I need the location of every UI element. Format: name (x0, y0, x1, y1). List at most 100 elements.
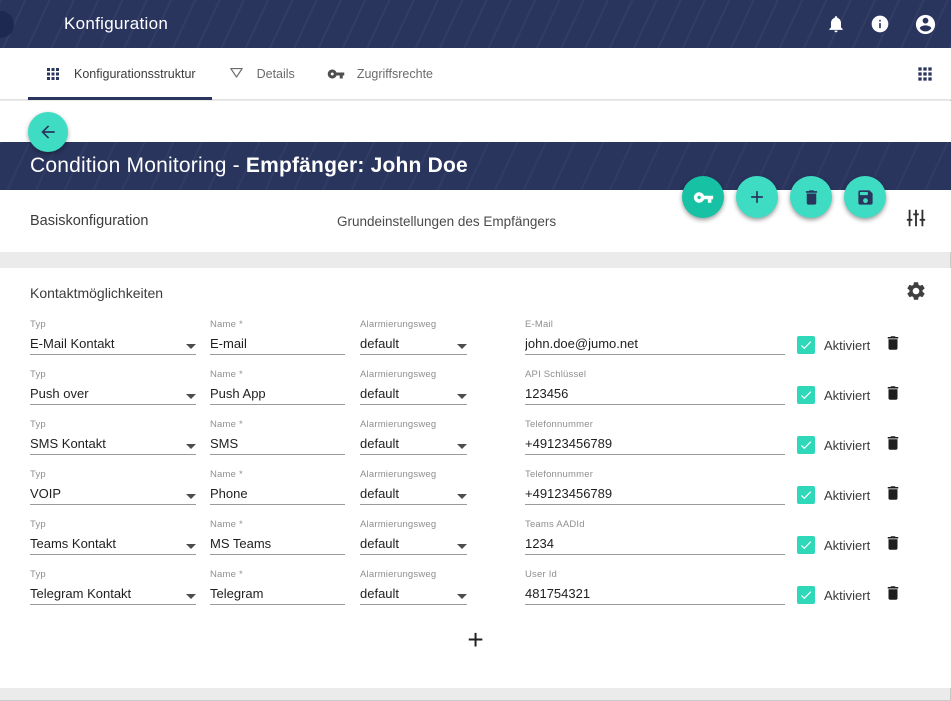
name-label: Name * (210, 369, 345, 382)
aktiviert-checkbox[interactable] (797, 336, 815, 354)
alarmierungsweg-select[interactable]: Alarmierungsweg default (360, 414, 467, 464)
alarmierungsweg-label: Alarmierungsweg (360, 369, 467, 382)
contact-row: Typ E-Mail Kontakt Name * Alarmierungswe… (0, 314, 951, 364)
aktiviert-group: Aktiviert (797, 585, 870, 605)
extra-input[interactable] (525, 336, 785, 351)
extra-value-wrap (525, 582, 785, 605)
apps-grid-button[interactable] (915, 64, 935, 84)
add-contact-button[interactable]: + (467, 626, 483, 654)
delete-button[interactable] (790, 176, 832, 218)
extra-input[interactable] (525, 386, 785, 401)
arrow-left-icon (38, 122, 58, 142)
settings-button[interactable] (905, 280, 927, 305)
tab-label: Konfigurationsstruktur (74, 67, 196, 81)
typ-label: Typ (30, 469, 196, 482)
tab-zugriffsrechte[interactable]: Zugriffsrechte (311, 48, 449, 99)
extra-field: Telefonnummer (525, 464, 785, 514)
alarmierungsweg-value: default (360, 386, 399, 401)
delete-contact-button[interactable] (884, 433, 902, 455)
account-button[interactable] (914, 13, 937, 36)
name-input[interactable] (210, 336, 345, 351)
name-input[interactable] (210, 536, 345, 551)
aktiviert-checkbox[interactable] (797, 386, 815, 404)
tab-details[interactable]: Details (212, 48, 311, 99)
tab-konfigurationsstruktur[interactable]: Konfigurationsstruktur (28, 48, 212, 99)
alarmierungsweg-label: Alarmierungsweg (360, 469, 467, 482)
alarmierungsweg-select[interactable]: Alarmierungsweg default (360, 514, 467, 564)
name-label: Name * (210, 319, 345, 332)
name-input[interactable] (210, 586, 345, 601)
chevron-down-icon (457, 344, 467, 349)
delete-contact-button[interactable] (884, 383, 902, 405)
name-value-wrap (210, 482, 345, 505)
typ-select[interactable]: Typ SMS Kontakt (30, 414, 196, 464)
aktiviert-label: Aktiviert (824, 338, 870, 353)
aktiviert-checkbox[interactable] (797, 586, 815, 604)
alarmierungsweg-select[interactable]: Alarmierungsweg default (360, 464, 467, 514)
info-button[interactable] (870, 14, 890, 34)
aktiviert-checkbox[interactable] (797, 436, 815, 454)
name-input[interactable] (210, 486, 345, 501)
name-value-wrap (210, 532, 345, 555)
name-input[interactable] (210, 436, 345, 451)
gear-icon (905, 280, 927, 302)
alarmierungsweg-value: default (360, 536, 399, 551)
back-button[interactable] (28, 112, 68, 152)
trash-icon (884, 483, 902, 503)
info-icon (870, 14, 890, 34)
extra-field: API Schlüssel (525, 364, 785, 414)
typ-value: Telegram Kontakt (30, 586, 131, 601)
delete-contact-button[interactable] (884, 533, 902, 555)
tab-bar-right (915, 48, 935, 99)
tune-button[interactable] (905, 207, 927, 232)
save-button[interactable] (844, 176, 886, 218)
typ-label: Typ (30, 419, 196, 432)
typ-select[interactable]: Typ VOIP (30, 464, 196, 514)
aktiviert-checkbox[interactable] (797, 536, 815, 554)
extra-field: Teams AADId (525, 514, 785, 564)
basis-description: Grundeinstellungen des Empfängers (337, 214, 556, 229)
account-icon (914, 13, 937, 36)
alarmierungsweg-select[interactable]: Alarmierungsweg default (360, 564, 467, 614)
alarmierungsweg-value-wrap: default (360, 482, 467, 505)
typ-value: SMS Kontakt (30, 436, 106, 451)
typ-value-wrap: Push over (30, 382, 196, 405)
funnel-icon (228, 65, 245, 82)
delete-contact-button[interactable] (884, 483, 902, 505)
save-icon (856, 188, 875, 207)
extra-field: Telefonnummer (525, 414, 785, 464)
drawer-handle[interactable] (0, 11, 14, 38)
typ-select[interactable]: Typ Teams Kontakt (30, 514, 196, 564)
alarmierungsweg-value: default (360, 486, 399, 501)
extra-input[interactable] (525, 486, 785, 501)
extra-input[interactable] (525, 536, 785, 551)
extra-input[interactable] (525, 586, 785, 601)
alarmierungsweg-label: Alarmierungsweg (360, 319, 467, 332)
tab-label: Details (257, 67, 295, 81)
typ-select[interactable]: Typ Push over (30, 364, 196, 414)
notifications-button[interactable] (826, 14, 846, 34)
alarmierungsweg-select[interactable]: Alarmierungsweg default (360, 364, 467, 414)
card-title: Kontaktmöglichkeiten (30, 285, 163, 301)
page-title: Condition Monitoring - Empfänger: John D… (30, 154, 468, 178)
contact-row: Typ VOIP Name * Alarmierungsweg default … (0, 464, 951, 514)
name-value-wrap (210, 432, 345, 455)
basiskonfiguration-item[interactable]: Basiskonfiguration (30, 213, 149, 229)
typ-select[interactable]: Typ E-Mail Kontakt (30, 314, 196, 364)
add-button[interactable] (736, 176, 778, 218)
apps-grid-icon (915, 64, 935, 84)
alarmierungsweg-select[interactable]: Alarmierungsweg default (360, 314, 467, 364)
chevron-down-icon (457, 394, 467, 399)
aktiviert-label: Aktiviert (824, 538, 870, 553)
chevron-down-icon (457, 444, 467, 449)
typ-label: Typ (30, 319, 196, 332)
delete-contact-button[interactable] (884, 333, 902, 355)
extra-input[interactable] (525, 436, 785, 451)
typ-select[interactable]: Typ Telegram Kontakt (30, 564, 196, 614)
access-rights-button[interactable] (682, 176, 724, 218)
typ-value-wrap: VOIP (30, 482, 196, 505)
extra-value-wrap (525, 482, 785, 505)
name-input[interactable] (210, 386, 345, 401)
aktiviert-checkbox[interactable] (797, 486, 815, 504)
delete-contact-button[interactable] (884, 583, 902, 605)
